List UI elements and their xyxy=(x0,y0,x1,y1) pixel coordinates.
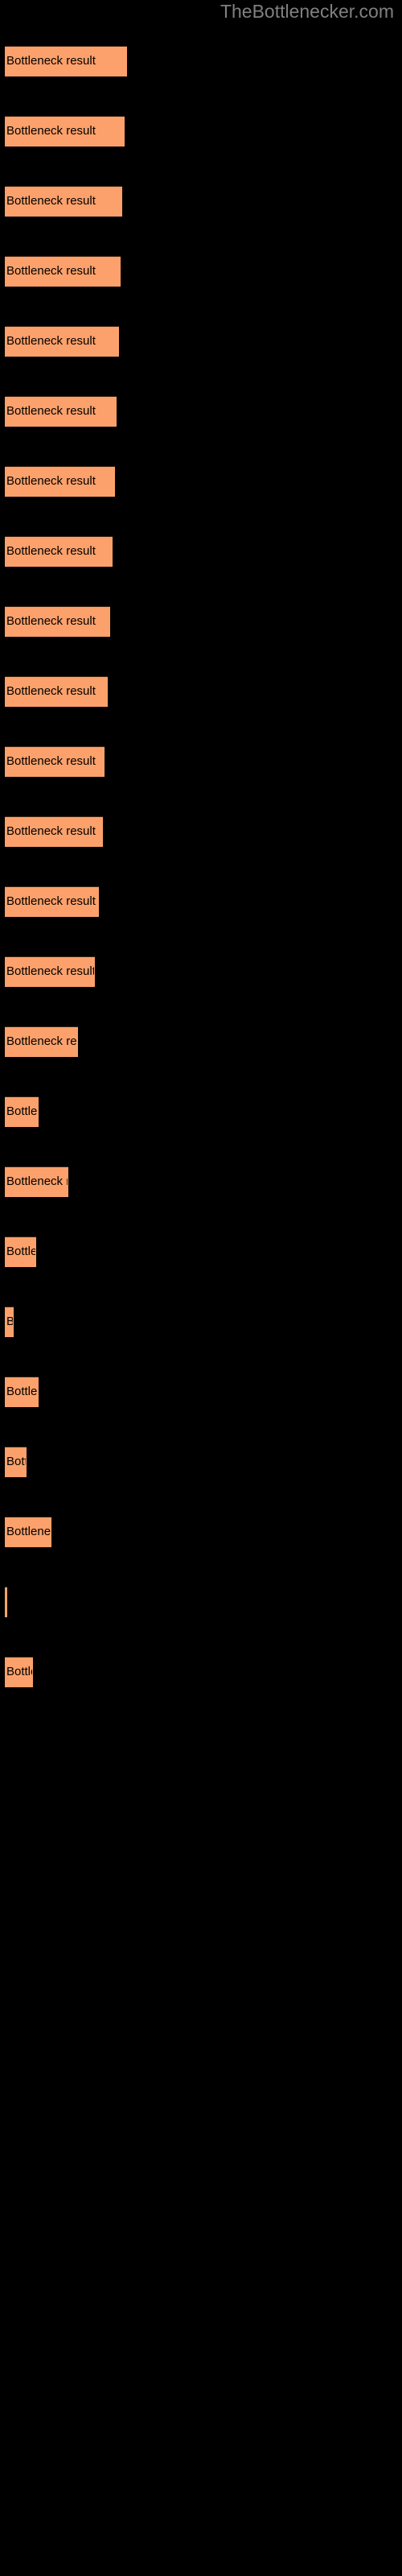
bar-row: Bottleneck result xyxy=(0,46,402,76)
bar-segment xyxy=(5,1517,51,1547)
bar-segment xyxy=(5,536,113,567)
bar-segment xyxy=(5,256,121,287)
bar-row: Bottleneck result xyxy=(0,1166,402,1197)
bar-row: Bottleneck result xyxy=(0,746,402,777)
bar-row: Bottleneck result xyxy=(0,1587,402,1617)
bar-segment xyxy=(5,1166,68,1197)
page-root: TheBottlenecker.com Bottleneck result Bot… xyxy=(0,0,402,2576)
bar-row: Bottleneck result xyxy=(0,186,402,217)
bar-row: Bottleneck result xyxy=(0,536,402,567)
bar-segment xyxy=(5,1657,33,1687)
bar-row: Bottleneck result xyxy=(0,1026,402,1057)
bar-segment xyxy=(5,1447,27,1477)
bar-row: Bottleneck result xyxy=(0,326,402,357)
bar-row: Bottleneck result xyxy=(0,1447,402,1477)
bar-segment xyxy=(5,1587,7,1617)
bar-segment xyxy=(5,1377,39,1407)
bar-row: Bottleneck result xyxy=(0,256,402,287)
bar-row: Bottleneck result xyxy=(0,1377,402,1407)
bar-row: Bottleneck result xyxy=(0,676,402,707)
bar-segment xyxy=(5,886,99,917)
bar-segment xyxy=(5,326,119,357)
bar-segment xyxy=(5,1307,14,1337)
bar-segment xyxy=(5,466,115,497)
bottleneck-bar-chart: Bottleneck result Bottleneck result Bottle… xyxy=(0,0,402,2576)
bar-row: Bottleneck result xyxy=(0,1517,402,1547)
bar-segment xyxy=(5,1026,78,1057)
bar-segment xyxy=(5,746,105,777)
bar-segment xyxy=(5,46,127,76)
bar-row: Bottleneck result xyxy=(0,1307,402,1337)
bar-segment xyxy=(5,1096,39,1127)
bar-segment xyxy=(5,816,103,847)
bar-segment xyxy=(5,116,125,147)
bar-row: Bottleneck result xyxy=(0,606,402,637)
bar-segment xyxy=(5,186,122,217)
bar-row: Bottleneck result xyxy=(0,886,402,917)
bar-segment xyxy=(5,676,108,707)
bar-segment xyxy=(5,396,117,427)
bar-row: Bottleneck result xyxy=(0,816,402,847)
bar-row: Bottleneck result xyxy=(0,466,402,497)
bar-segment xyxy=(5,956,95,987)
bar-segment xyxy=(5,606,110,637)
bar-row: Bottleneck result xyxy=(0,1096,402,1127)
bar-row: Bottleneck result xyxy=(0,1236,402,1267)
bar-row: Bottleneck result xyxy=(0,956,402,987)
bar-row: Bottleneck result xyxy=(0,116,402,147)
bar-segment xyxy=(5,1236,36,1267)
bar-row: Bottleneck result xyxy=(0,1657,402,1687)
bar-row: Bottleneck result xyxy=(0,396,402,427)
